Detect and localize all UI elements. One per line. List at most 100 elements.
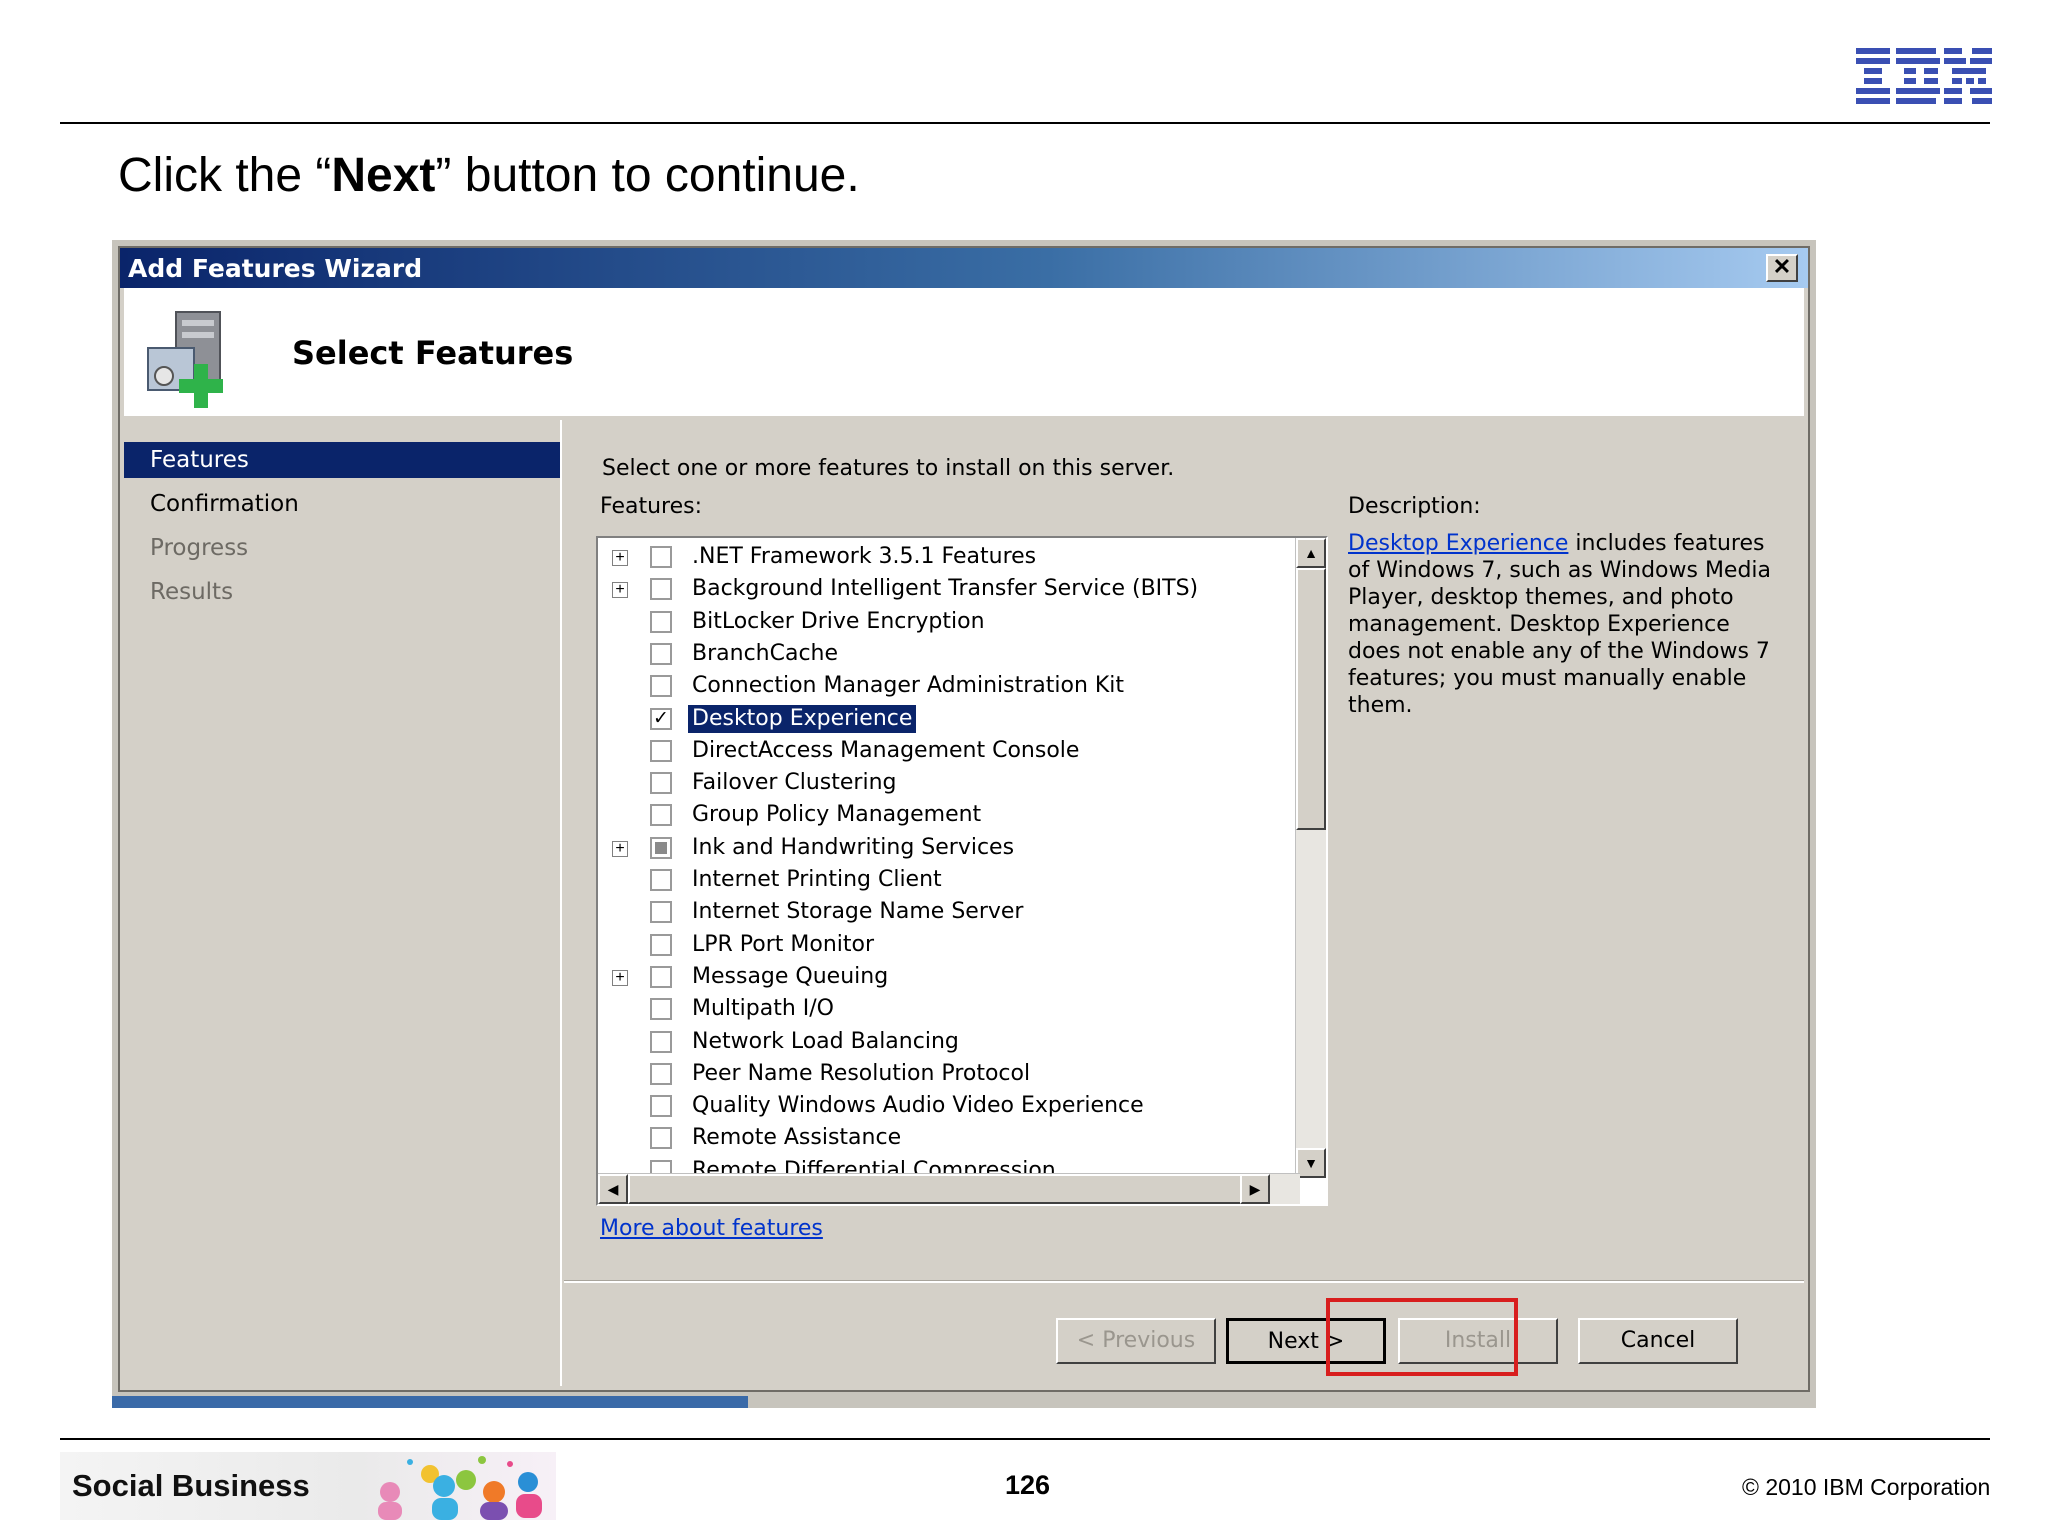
feature-label[interactable]: Failover Clustering xyxy=(688,769,901,797)
next-button-highlight xyxy=(1326,1298,1518,1376)
footer-banner: Social Business xyxy=(60,1452,556,1520)
people-graphic-icon xyxy=(378,1456,542,1520)
feature-row[interactable]: Network Load Balancing xyxy=(598,1027,1288,1059)
feature-row[interactable]: Internet Storage Name Server xyxy=(598,897,1288,929)
feature-checkbox[interactable] xyxy=(650,642,672,665)
feature-label[interactable]: Quality Windows Audio Video Experience xyxy=(688,1092,1148,1120)
ibm-logo xyxy=(1856,48,1992,104)
feature-checkbox[interactable] xyxy=(650,804,672,827)
footer-rule xyxy=(60,1438,1990,1440)
feature-row[interactable]: Multipath I/O xyxy=(598,994,1288,1026)
expand-icon[interactable]: + xyxy=(612,969,628,986)
feature-label[interactable]: Internet Printing Client xyxy=(688,866,946,894)
footer-brand: Social Business xyxy=(72,1468,310,1503)
header-rule xyxy=(60,122,1990,124)
feature-checkbox[interactable] xyxy=(650,1062,672,1085)
feature-label[interactable]: Desktop Experience xyxy=(688,704,917,733)
feature-checkbox[interactable] xyxy=(650,578,672,601)
vertical-scroll-thumb[interactable] xyxy=(1296,568,1326,830)
feature-row[interactable]: Remote Assistance xyxy=(598,1123,1288,1155)
feature-checkbox[interactable] xyxy=(650,869,672,891)
feature-label[interactable]: Background Intelligent Transfer Service … xyxy=(688,575,1202,603)
scroll-right-button[interactable]: ▶ xyxy=(1240,1174,1270,1204)
feature-label[interactable]: Message Queuing xyxy=(688,963,892,991)
slide-instruction: Click the “Next” button to continue. xyxy=(118,149,860,202)
cancel-button[interactable]: Cancel xyxy=(1578,1318,1738,1364)
expand-icon[interactable]: + xyxy=(612,582,628,599)
feature-checkbox[interactable] xyxy=(650,546,672,568)
horizontal-scroll-thumb[interactable] xyxy=(628,1174,1242,1204)
feature-label[interactable]: Network Load Balancing xyxy=(688,1028,963,1056)
feature-label[interactable]: BitLocker Drive Encryption xyxy=(688,608,989,636)
features-label: Features: xyxy=(600,494,703,519)
taskbar-strip xyxy=(112,1396,748,1408)
vertical-scrollbar[interactable]: ▲ ▼ xyxy=(1295,538,1326,1178)
feature-row[interactable]: Group Policy Management xyxy=(598,800,1288,832)
feature-checkbox[interactable] xyxy=(650,965,672,988)
close-button[interactable]: ✕ xyxy=(1766,254,1798,282)
feature-label[interactable]: BranchCache xyxy=(688,640,842,668)
horizontal-scrollbar[interactable]: ◀ ▶ xyxy=(598,1173,1300,1204)
feature-row[interactable]: Internet Printing Client xyxy=(598,865,1288,897)
wizard-nav: Features Confirmation Progress Results xyxy=(124,420,562,1386)
feature-checkbox[interactable] xyxy=(650,739,672,762)
nav-item-confirmation[interactable]: Confirmation xyxy=(124,486,560,522)
feature-row[interactable]: DirectAccess Management Console xyxy=(598,736,1288,768)
description-body: includes features of Windows 7, such as … xyxy=(1348,531,1772,718)
expand-icon[interactable]: + xyxy=(612,550,628,566)
feature-label[interactable]: Remote Assistance xyxy=(688,1124,905,1152)
feature-label[interactable]: Peer Name Resolution Protocol xyxy=(688,1060,1034,1088)
feature-checkbox[interactable] xyxy=(650,933,672,956)
feature-label[interactable]: Ink and Handwriting Services xyxy=(688,834,1018,862)
page-title: Select Features xyxy=(292,334,574,372)
nav-item-progress: Progress xyxy=(150,535,249,561)
expand-icon[interactable]: + xyxy=(612,840,628,857)
feature-row[interactable]: BitLocker Drive Encryption xyxy=(598,607,1288,639)
description-link[interactable]: Desktop Experience xyxy=(1348,531,1568,556)
window-title: Add Features Wizard xyxy=(128,254,423,283)
server-add-icon xyxy=(147,311,223,408)
feature-row[interactable]: + Ink and Handwriting Services xyxy=(598,833,1288,865)
feature-label[interactable]: LPR Port Monitor xyxy=(688,931,878,959)
feature-label[interactable]: Connection Manager Administration Kit xyxy=(688,672,1128,700)
feature-checkbox[interactable] xyxy=(650,1030,672,1053)
feature-checkbox[interactable] xyxy=(650,675,672,698)
add-features-wizard-window: Add Features Wizard ✕ Select Features Fe… xyxy=(118,246,1810,1392)
features-tree[interactable]: + .NET Framework 3.5.1 Features + Backgroun… xyxy=(596,536,1328,1206)
feature-label[interactable]: .NET Framework 3.5.1 Features xyxy=(688,543,1040,571)
arrow-up-icon: ▲ xyxy=(1304,545,1318,561)
scroll-left-button[interactable]: ◀ xyxy=(598,1174,628,1204)
feature-label[interactable]: Multipath I/O xyxy=(688,995,838,1023)
close-icon: ✕ xyxy=(1772,254,1792,279)
more-about-features-link[interactable]: More about features xyxy=(600,1216,823,1241)
feature-row[interactable]: ✓ Desktop Experience xyxy=(598,704,1288,736)
feature-row[interactable]: BranchCache xyxy=(598,639,1288,671)
scroll-down-button[interactable]: ▼ xyxy=(1296,1148,1326,1178)
feature-label[interactable]: DirectAccess Management Console xyxy=(688,737,1083,765)
feature-row[interactable]: Peer Name Resolution Protocol xyxy=(598,1059,1288,1091)
wizard-header: Select Features xyxy=(124,288,1804,416)
feature-checkbox[interactable] xyxy=(650,998,672,1021)
feature-checkbox[interactable] xyxy=(650,1095,672,1118)
feature-checkbox[interactable] xyxy=(650,610,672,633)
feature-row[interactable]: + Background Intelligent Transfer Service… xyxy=(598,574,1288,606)
feature-checkbox[interactable] xyxy=(650,836,672,859)
feature-checkbox[interactable]: ✓ xyxy=(650,707,672,730)
feature-checkbox[interactable] xyxy=(650,772,672,795)
nav-item-results: Results xyxy=(150,579,234,605)
title-bar[interactable]: Add Features Wizard ✕ xyxy=(120,248,1808,288)
arrow-down-icon: ▼ xyxy=(1304,1155,1318,1171)
feature-row[interactable]: + Message Queuing xyxy=(598,962,1288,994)
feature-row[interactable]: LPR Port Monitor xyxy=(598,930,1288,962)
feature-row[interactable]: Connection Manager Administration Kit xyxy=(598,671,1288,703)
scroll-up-button[interactable]: ▲ xyxy=(1296,538,1326,568)
previous-button[interactable]: < Previous xyxy=(1056,1318,1216,1364)
feature-row[interactable]: Quality Windows Audio Video Experience xyxy=(598,1091,1288,1123)
feature-row[interactable]: Failover Clustering xyxy=(598,768,1288,800)
feature-label[interactable]: Group Policy Management xyxy=(688,801,985,829)
feature-checkbox[interactable] xyxy=(650,901,672,924)
feature-checkbox[interactable] xyxy=(650,1127,672,1150)
nav-item-features[interactable]: Features xyxy=(124,442,560,478)
feature-row[interactable]: + .NET Framework 3.5.1 Features xyxy=(598,542,1288,574)
feature-label[interactable]: Internet Storage Name Server xyxy=(688,898,1027,926)
